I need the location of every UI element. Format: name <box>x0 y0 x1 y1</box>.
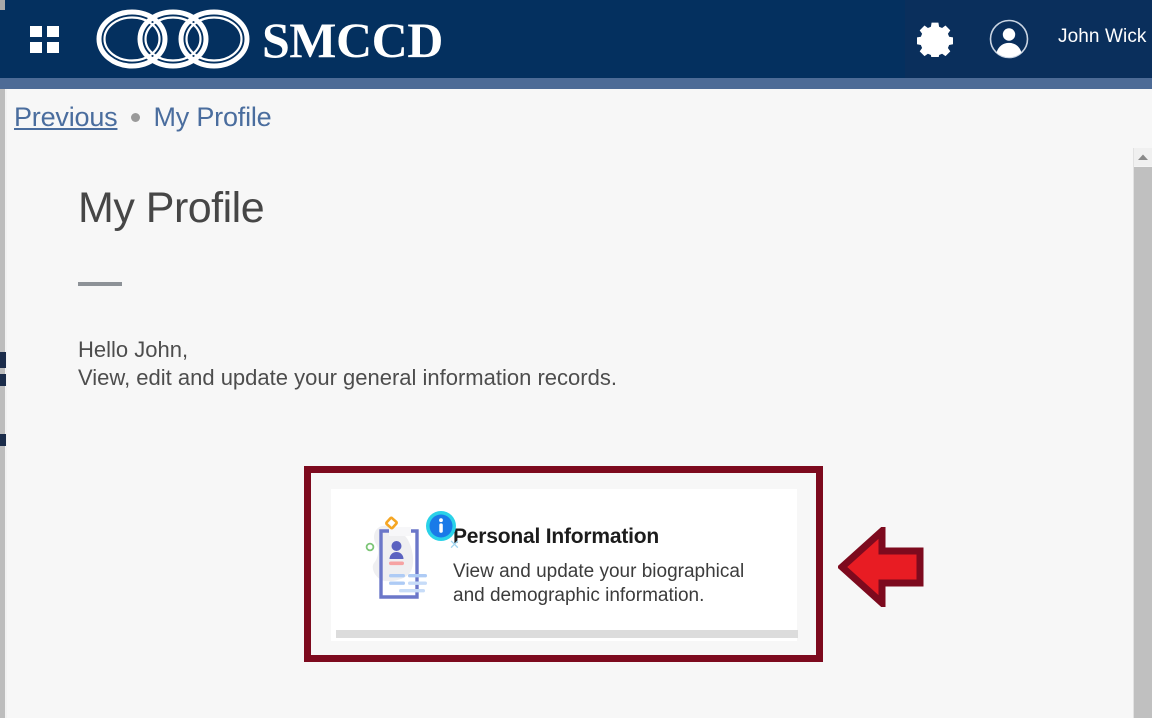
left-pointing-arrow <box>836 523 924 611</box>
window-left-edge-inner <box>5 89 7 718</box>
waffle-cell <box>30 26 42 37</box>
breadcrumb: Previous My Profile <box>0 89 1152 146</box>
offscreen-sidebar-mark <box>0 374 6 386</box>
waffle-cell <box>30 42 42 53</box>
title-divider <box>78 282 122 286</box>
gear-icon[interactable] <box>916 21 954 60</box>
user-name-label[interactable]: John Wick <box>1058 26 1147 48</box>
scrollbar-thumb[interactable] <box>1134 167 1152 718</box>
waffle-cell <box>47 26 59 37</box>
waffle-cell <box>47 42 59 53</box>
offscreen-sidebar-mark <box>0 352 6 368</box>
window-edge-nub <box>0 0 5 10</box>
smccd-three-rings-logo <box>96 9 250 69</box>
breadcrumb-previous-link[interactable]: Previous <box>14 102 118 133</box>
greeting-line-2: View, edit and update your general infor… <box>78 365 617 390</box>
greeting-text: Hello John, View, edit and update your g… <box>78 336 617 392</box>
page-title: My Profile <box>78 184 265 232</box>
scroll-up-arrow-icon[interactable] <box>1134 148 1152 166</box>
app-header: SMCCD John Wick <box>0 0 1152 78</box>
vertical-scrollbar[interactable] <box>1133 148 1152 718</box>
user-avatar-icon[interactable] <box>989 19 1029 59</box>
brand-logo[interactable]: SMCCD <box>92 5 443 73</box>
card-highlight-annotation <box>304 466 823 662</box>
header-accent-bar <box>0 78 1152 89</box>
brand-text: SMCCD <box>262 12 443 68</box>
offscreen-sidebar-mark <box>0 434 6 446</box>
breadcrumb-separator-dot <box>131 113 141 122</box>
breadcrumb-current: My Profile <box>153 102 272 132</box>
greeting-line-1: Hello John, <box>78 337 189 362</box>
app-window: SMCCD John Wick Previous My Profile My P… <box>0 0 1152 718</box>
waffle-grid-icon[interactable] <box>30 26 59 53</box>
